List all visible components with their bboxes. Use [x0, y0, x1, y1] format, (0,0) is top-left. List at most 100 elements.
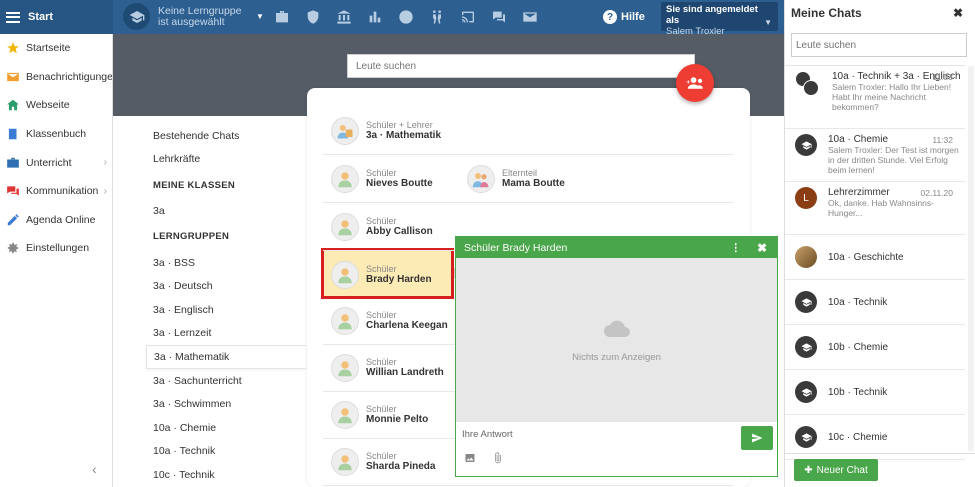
image-icon[interactable] [464, 452, 476, 464]
sidebar-item-label: Einstellungen [26, 242, 90, 255]
new-chat-button[interactable]: ✚ Neuer Chat [794, 459, 878, 481]
person-row: Schüler + Lehrer 3a · Mathematik [323, 108, 733, 155]
close-icon[interactable]: ✖ [953, 6, 963, 20]
graduation-cap-icon [795, 336, 817, 358]
group-item[interactable]: 10a · Chemie [146, 416, 306, 440]
person-entry[interactable]: Schüler Sharda Pineda [323, 448, 459, 476]
class-item[interactable]: 3a [146, 199, 306, 223]
help-button[interactable]: ? Hilfe [603, 0, 645, 34]
star-icon [5, 41, 20, 56]
chat-title: 10c · Chemie [828, 431, 888, 443]
chevron-left-icon[interactable]: ‹ [92, 461, 97, 477]
sidebar-item-webseite[interactable]: Webseite [0, 91, 112, 120]
chat-window-title: Schüler Brady Harden [464, 241, 568, 254]
chat-list-item[interactable]: L Lehrerzimmer Ok, danke. Hab Wahnsinns-H… [785, 182, 965, 235]
sidebar-item-klassenbuch[interactable]: Klassenbuch [0, 120, 112, 149]
comments-icon[interactable] [483, 0, 514, 34]
group-item-active[interactable]: 3a · Mathematik [146, 345, 306, 369]
group-item[interactable]: 3a · Schwimmen [146, 392, 306, 416]
chat-list-item[interactable]: 10a · Geschichte [785, 235, 965, 280]
sidebar-item-label: Kommunikation [26, 185, 99, 198]
start-label: Start [28, 11, 54, 23]
sidebar-item-startseite[interactable]: Startseite [0, 34, 112, 63]
existing-chats-link[interactable]: Bestehende Chats [146, 124, 306, 148]
add-group-button[interactable] [676, 64, 714, 102]
chart-icon[interactable] [359, 0, 390, 34]
scrollbar[interactable] [968, 66, 974, 451]
cast-icon[interactable] [452, 0, 483, 34]
cloud-icon [603, 320, 630, 337]
person-role: Schüler [366, 357, 397, 367]
person-entry[interactable]: Schüler Nieves Boutte [323, 165, 459, 193]
chat-list-item[interactable]: 10a · Technik + 3a · Englisch Salem Troxl… [785, 66, 965, 129]
shield-icon[interactable] [297, 0, 328, 34]
gauge-icon[interactable] [390, 0, 421, 34]
student-avatar-icon [331, 165, 359, 193]
sidebar: Startseite Benachrichtigungen Webseite K… [0, 34, 113, 487]
person-row: Schüler Nieves Boutte Elternteil Mama Bout… [323, 156, 733, 203]
person-entry[interactable]: Schüler Monnie Pelto [323, 401, 459, 429]
user-menu[interactable]: Sie sind angemeldet als Salem Troxler ▼ [661, 2, 778, 37]
person-entry[interactable]: Schüler Charlena Keegan [323, 307, 459, 335]
reply-area: Ihre Antwort [456, 422, 777, 476]
start-button[interactable]: Start [0, 0, 113, 34]
chat-preview: Ok, danke. Hab Wahnsinns-Hunger... [828, 198, 934, 218]
sidebar-item-label: Startseite [26, 42, 71, 55]
person-entry[interactable]: Schüler Brady Harden [323, 260, 459, 289]
group-selector[interactable]: Keine Lerngruppe ist ausgewählt ▼ [123, 3, 264, 30]
caret-down-icon: ▼ [764, 18, 772, 27]
sidebar-item-kommunikation[interactable]: Kommunikation › [0, 177, 112, 206]
person-entry[interactable]: Schüler + Lehrer 3a · Mathematik [323, 117, 459, 145]
people-walking-icon[interactable] [421, 0, 452, 34]
reply-input[interactable]: Ihre Antwort [462, 429, 513, 440]
envelope-icon[interactable] [514, 0, 545, 34]
chat-preview: Salem Troxler: Der Test ist morgen in de… [828, 145, 959, 175]
chat-list-item[interactable]: 10b · Technik [785, 370, 965, 415]
chat-icon [5, 184, 20, 199]
chat-search-input[interactable] [791, 33, 967, 57]
sidebar-item-unterricht[interactable]: Unterricht › [0, 148, 112, 177]
institution-icon[interactable] [328, 0, 359, 34]
sidebar-item-einstellungen[interactable]: Einstellungen [0, 234, 112, 263]
chevron-right-icon: › [103, 185, 107, 197]
group-item[interactable]: 10a · Technik [146, 440, 306, 464]
book-icon [5, 127, 20, 142]
group-item[interactable]: 3a · Sachunterricht [146, 369, 306, 393]
student-avatar-icon [331, 307, 359, 335]
chat-list-item[interactable]: 10b · Chemie [785, 325, 965, 370]
more-options-icon[interactable]: ⋮ [731, 242, 742, 254]
group-item[interactable]: 3a · BSS [146, 251, 306, 275]
person-role: Schüler [366, 310, 397, 320]
person-entry[interactable]: Schüler Willian Landreth [323, 354, 459, 382]
person-name: Brady Harden [366, 273, 432, 285]
person-name: Willian Landreth [366, 367, 444, 378]
send-button[interactable] [741, 426, 773, 450]
sidebar-item-label: Benachrichtigungen [26, 70, 112, 83]
group-item[interactable]: 3a · Lernzeit [146, 322, 306, 346]
person-role: Schüler + Lehrer [366, 120, 433, 130]
close-icon[interactable]: ✖ [757, 241, 767, 255]
paperclip-icon[interactable] [492, 452, 504, 464]
person-entry[interactable]: Schüler Abby Callison [323, 213, 459, 241]
chat-time: 02.11.20 [920, 188, 953, 198]
menu-icon[interactable] [6, 11, 20, 23]
student-avatar-icon [331, 260, 359, 289]
briefcase-icon[interactable] [266, 0, 297, 34]
teachers-link[interactable]: Lehrkräfte [146, 148, 306, 172]
person-name: Abby Callison [366, 226, 433, 237]
sidebar-item-label: Klassenbuch [26, 128, 87, 141]
chat-panel-title: Meine Chats [791, 6, 862, 20]
chat-window-header: Schüler Brady Harden ⋮ ✖ [456, 237, 777, 258]
sidebar-item-benachrichtigungen[interactable]: Benachrichtigungen [0, 63, 112, 92]
people-search-input[interactable] [347, 54, 695, 78]
student-avatar-icon [331, 401, 359, 429]
letter-avatar: L [795, 187, 817, 209]
sidebar-item-agenda-online[interactable]: Agenda Online [0, 206, 112, 235]
chat-list-item[interactable]: 10a · Technik [785, 280, 965, 325]
group-item[interactable]: 10c · Technik [146, 463, 306, 487]
group-item[interactable]: 3a · Deutsch [146, 274, 306, 298]
person-entry[interactable]: Elternteil Mama Boutte [459, 165, 595, 193]
chat-window: Schüler Brady Harden ⋮ ✖ Nichts zum Anze… [455, 236, 778, 477]
group-item[interactable]: 3a · Englisch [146, 298, 306, 322]
chat-list-item[interactable]: 10a · Chemie Salem Troxler: Der Test ist … [785, 129, 965, 182]
